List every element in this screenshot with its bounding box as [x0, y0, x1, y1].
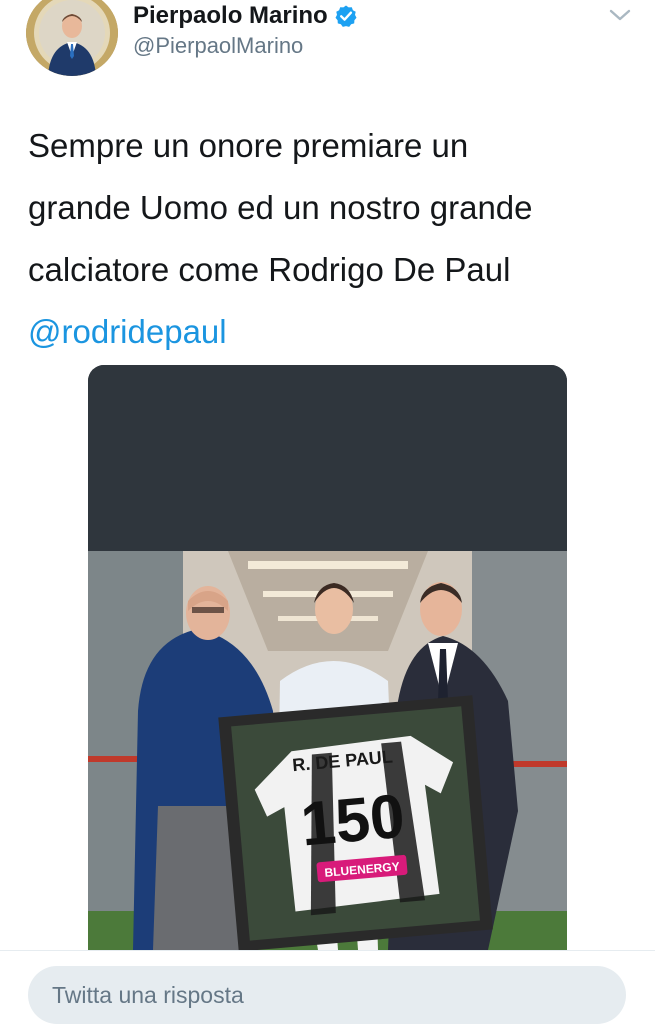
tweet-text-line: calciatore come Rodrigo De Paul — [28, 251, 511, 288]
reply-divider — [0, 950, 655, 951]
media-letterbox — [88, 365, 567, 551]
author-handle[interactable]: @PierpaolMarino — [133, 33, 303, 59]
author-display-name[interactable]: Pierpaolo Marino — [133, 2, 328, 30]
tweet-media[interactable]: R. DE PAUL 150 BLUENERGY — [88, 365, 567, 950]
tweet-detail-screen: Pierpaolo Marino @PierpaolMarino Sempre … — [0, 0, 655, 1024]
reply-placeholder: Twitta una risposta — [52, 981, 244, 1008]
tweet-text: Sempre un onore premiare un grande Uomo … — [28, 115, 628, 363]
verified-badge-icon — [335, 5, 357, 27]
avatar-photo — [26, 0, 118, 76]
author-name-row: Pierpaolo Marino — [133, 0, 358, 32]
award-photo: R. DE PAUL 150 BLUENERGY — [88, 551, 567, 950]
jersey-number: 150 — [298, 782, 407, 860]
tweet-text-line: Sempre un onore premiare un — [28, 127, 469, 164]
author-avatar[interactable] — [26, 0, 118, 76]
chevron-down-icon — [609, 9, 631, 21]
reply-input[interactable]: Twitta una risposta — [28, 966, 626, 1024]
tweet-photo[interactable]: R. DE PAUL 150 BLUENERGY — [88, 551, 567, 950]
tweet-text-line: grande Uomo ed un nostro grande — [28, 189, 533, 226]
more-options-button[interactable] — [606, 4, 634, 26]
mention-link[interactable]: @rodridepaul — [28, 301, 628, 363]
